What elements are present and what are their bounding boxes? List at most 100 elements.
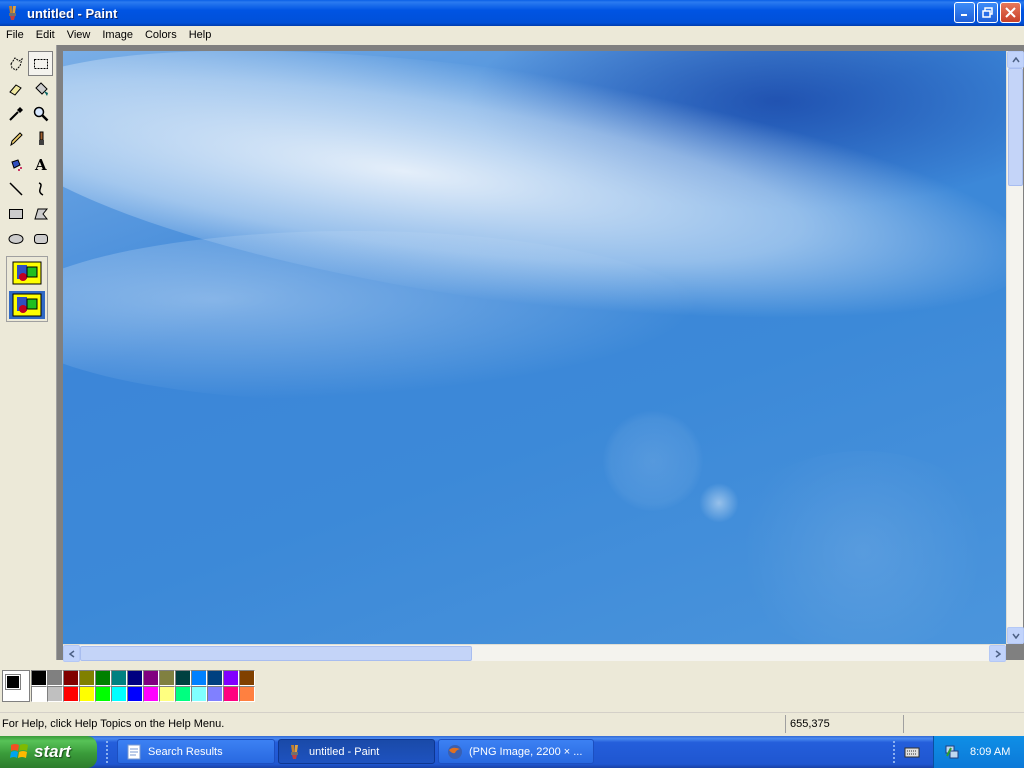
color-swatch[interactable] [239, 686, 255, 702]
polygon-tool[interactable] [28, 201, 53, 226]
transparent-selection-option[interactable] [9, 291, 45, 319]
airbrush-icon [10, 158, 22, 171]
menu-edit[interactable]: Edit [30, 26, 61, 45]
fill-with-color-tool[interactable] [28, 76, 53, 101]
taskbar-grip[interactable] [106, 741, 110, 763]
line-tool[interactable] [3, 176, 28, 201]
color-swatch[interactable] [175, 686, 191, 702]
windows-logo-icon [10, 742, 30, 762]
system-tray: 8:09 AM [933, 736, 1024, 768]
free-form-select-tool[interactable] [3, 51, 28, 76]
airbrush-tool[interactable] [3, 151, 28, 176]
free-form-select-icon [9, 56, 23, 71]
vertical-scrollbar[interactable] [1006, 51, 1024, 644]
color-swatch[interactable] [95, 670, 111, 686]
color-swatch[interactable] [159, 686, 175, 702]
minimize-button[interactable] [954, 2, 975, 23]
color-swatch[interactable] [143, 670, 159, 686]
tray-grip[interactable] [893, 741, 897, 763]
task-label: untitled - Paint [309, 745, 380, 758]
current-colors[interactable] [2, 670, 30, 702]
rounded-rectangle-icon [33, 233, 48, 244]
select-tool[interactable] [28, 51, 53, 76]
line-icon [8, 181, 23, 196]
task-png-image[interactable]: (PNG Image, 2200 × ... [438, 739, 594, 764]
menu-file[interactable]: File [0, 26, 30, 45]
color-swatch[interactable] [207, 686, 223, 702]
color-swatch[interactable] [111, 686, 127, 702]
horizontal-scroll-thumb[interactable] [80, 646, 472, 661]
scroll-down-button[interactable] [1007, 627, 1024, 644]
color-swatch[interactable] [207, 670, 223, 686]
color-swatch[interactable] [175, 670, 191, 686]
title-bar[interactable]: untitled - Paint [0, 0, 1024, 26]
curve-tool[interactable] [28, 176, 53, 201]
drawing-canvas[interactable] [63, 51, 1006, 644]
rectangle-tool[interactable] [3, 201, 28, 226]
color-swatch[interactable] [31, 686, 47, 702]
color-swatch[interactable] [191, 670, 207, 686]
scroll-left-button[interactable] [63, 645, 80, 662]
color-swatch[interactable] [79, 686, 95, 702]
text-tool[interactable]: A [28, 151, 53, 176]
scroll-up-button[interactable] [1007, 51, 1024, 68]
close-button[interactable] [1000, 2, 1021, 23]
start-button[interactable]: start [0, 736, 97, 768]
color-swatch[interactable] [95, 686, 111, 702]
color-swatch[interactable] [47, 686, 63, 702]
horizontal-scrollbar[interactable] [63, 644, 1006, 662]
ellipse-tool[interactable] [3, 226, 28, 251]
color-swatch[interactable] [223, 686, 239, 702]
sky-image-lens-flare [603, 411, 703, 511]
menu-view[interactable]: View [61, 26, 97, 45]
task-paint[interactable]: untitled - Paint [278, 739, 435, 764]
paint-app-icon[interactable] [5, 5, 21, 21]
color-swatch[interactable] [47, 670, 63, 686]
color-swatch[interactable] [79, 670, 95, 686]
close-icon [1005, 7, 1016, 18]
color-swatch[interactable] [127, 670, 143, 686]
color-swatch[interactable] [223, 670, 239, 686]
clock[interactable]: 8:09 AM [970, 746, 1010, 758]
network-icon[interactable] [944, 744, 960, 760]
chevron-left-icon [68, 649, 74, 658]
rounded-rectangle-tool[interactable] [28, 226, 53, 251]
pencil-icon [9, 131, 23, 146]
scroll-right-button[interactable] [989, 645, 1006, 662]
restore-icon [982, 7, 993, 18]
color-swatch[interactable] [63, 670, 79, 686]
start-label: start [34, 742, 71, 761]
toolbox: A [0, 48, 54, 660]
transparent-selection-icon [12, 293, 42, 317]
text-icon: A [34, 156, 47, 172]
menu-image[interactable]: Image [96, 26, 139, 45]
restore-button[interactable] [977, 2, 998, 23]
eraser-tool[interactable] [3, 76, 28, 101]
cursor-coordinates: 655,375 [785, 715, 903, 733]
chevron-up-icon [1011, 56, 1020, 62]
task-label: Search Results [148, 745, 223, 758]
color-swatch[interactable] [31, 670, 47, 686]
magnifier-icon [33, 106, 48, 121]
pencil-tool[interactable] [3, 126, 28, 151]
color-swatch[interactable] [127, 686, 143, 702]
pick-color-tool[interactable] [3, 101, 28, 126]
color-swatch[interactable] [63, 686, 79, 702]
color-swatch[interactable] [143, 686, 159, 702]
sky-image-lens-flare-large [723, 451, 1003, 644]
color-swatch[interactable] [239, 670, 255, 686]
magnifier-tool[interactable] [28, 101, 53, 126]
vertical-scroll-thumb[interactable] [1008, 68, 1023, 186]
menu-colors[interactable]: Colors [139, 26, 183, 45]
brush-tool[interactable] [28, 126, 53, 151]
color-swatch[interactable] [159, 670, 175, 686]
ellipse-icon [8, 233, 23, 244]
svg-text:A: A [34, 156, 47, 172]
color-swatch[interactable] [111, 670, 127, 686]
task-search-results[interactable]: Search Results [117, 739, 275, 764]
color-swatch[interactable] [191, 686, 207, 702]
menu-help[interactable]: Help [183, 26, 218, 45]
chevron-right-icon [995, 649, 1001, 658]
keyboard-icon[interactable] [904, 745, 920, 759]
opaque-selection-option[interactable] [9, 259, 45, 287]
